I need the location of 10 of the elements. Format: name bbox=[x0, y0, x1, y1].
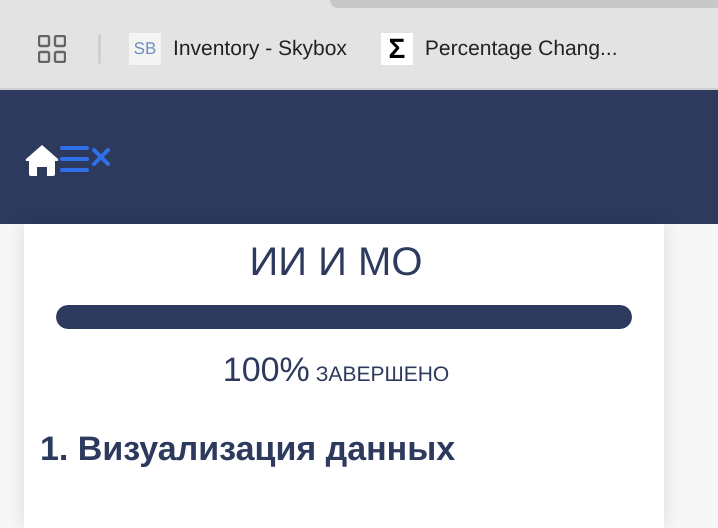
course-title: ИИ И МО bbox=[250, 240, 422, 285]
bookmark-link[interactable]: Σ Percentage Chang... bbox=[380, 33, 618, 65]
apps-grid-icon[interactable] bbox=[38, 35, 66, 63]
progress-percent: 100% bbox=[222, 351, 310, 390]
section-heading: 1. Визуализация данных bbox=[40, 430, 456, 469]
favicon: SB bbox=[129, 33, 161, 65]
bookmark-link[interactable]: SB Inventory - Skybox bbox=[129, 33, 347, 65]
home-icon[interactable] bbox=[24, 143, 60, 177]
progress-label: ЗАВЕРШЕНО bbox=[316, 363, 450, 387]
favicon: Σ bbox=[380, 33, 413, 65]
